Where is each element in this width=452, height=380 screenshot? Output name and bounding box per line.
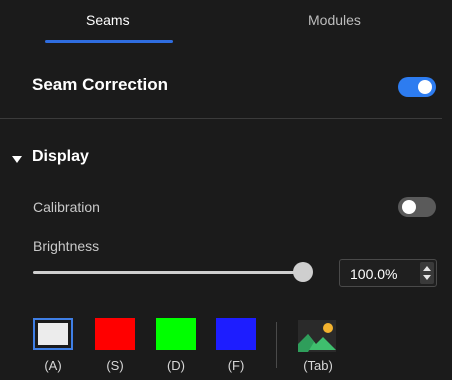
toggle-knob [402, 200, 416, 214]
swatch-separator [276, 322, 277, 368]
increment-arrow-icon[interactable] [423, 266, 431, 271]
seam-correction-label: Seam Correction [32, 75, 169, 94]
section-divider [0, 118, 442, 119]
seam-correction-toggle[interactable] [398, 77, 436, 97]
active-tab-indicator [45, 40, 173, 43]
image-label-tab: (Tab) [303, 358, 333, 373]
tab-bar: Seams Modules [0, 0, 452, 48]
swatch-label-d: (D) [166, 358, 186, 373]
swatch-white[interactable] [33, 318, 73, 350]
collapse-arrow-icon[interactable] [12, 156, 22, 163]
spin-arrows [420, 262, 434, 284]
display-section-title[interactable]: Display [32, 148, 89, 166]
swatch-green[interactable] [156, 318, 196, 350]
brightness-value: 100.0% [350, 266, 398, 282]
swatch-blue[interactable] [216, 318, 256, 350]
swatch-label-f: (F) [227, 358, 245, 373]
brightness-slider-thumb[interactable] [293, 262, 313, 282]
tab-seams[interactable]: Seams [86, 12, 130, 28]
tab-modules[interactable]: Modules [308, 12, 361, 28]
calibration-toggle[interactable] [398, 197, 436, 217]
decrement-arrow-icon[interactable] [423, 275, 431, 280]
brightness-slider-track[interactable] [33, 271, 305, 274]
image-icon[interactable] [298, 320, 336, 352]
toggle-knob [418, 80, 432, 94]
calibration-label: Calibration [33, 199, 100, 215]
swatch-label-s: (S) [106, 358, 124, 373]
swatch-fill [38, 323, 68, 345]
swatch-red[interactable] [95, 318, 135, 350]
brightness-spinbox[interactable]: 100.0% [339, 259, 437, 287]
swatch-label-a: (A) [44, 358, 62, 373]
brightness-label: Brightness [33, 238, 100, 254]
